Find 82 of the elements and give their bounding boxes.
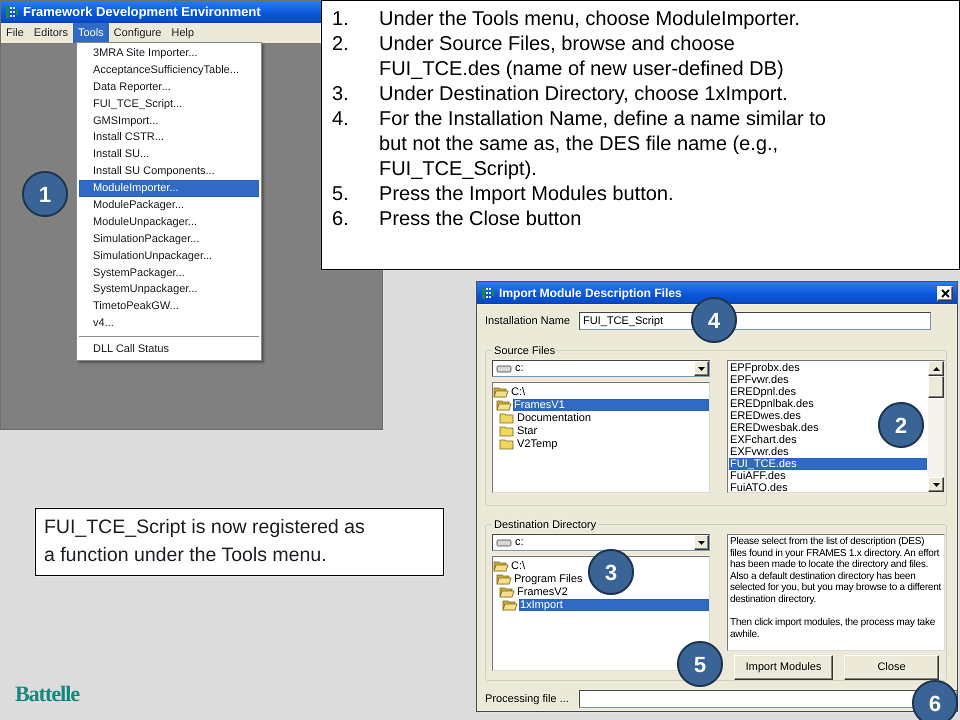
step-number: 4. xyxy=(332,107,350,132)
list-entry[interactable]: EREDpnl.des xyxy=(729,386,796,398)
field-label: Installation Name xyxy=(485,314,570,329)
caret-icon xyxy=(698,366,705,370)
scroll-down-button[interactable] xyxy=(928,477,944,492)
menu-item[interactable]: Data Reporter... xyxy=(79,78,259,96)
app-icon xyxy=(5,5,19,19)
scroll-up-icon xyxy=(932,366,940,370)
step-number: 6. xyxy=(332,207,350,232)
folder-item[interactable]: 1xImport xyxy=(519,598,709,610)
step-text: Under Source Files, browse and choose FUI_TCE.des (name of new user-defined DB) xyxy=(379,32,785,82)
drive-icon xyxy=(496,538,512,548)
caret-icon xyxy=(698,540,705,544)
field-label: Processing file ... xyxy=(485,692,569,707)
menu-item[interactable]: v4... xyxy=(79,315,259,332)
list-entry[interactable]: FUI_TCE.des xyxy=(729,458,927,470)
close-button[interactable] xyxy=(937,286,953,300)
scroll-thumb[interactable] xyxy=(928,376,944,398)
list-entry[interactable]: EPFvwr.des xyxy=(729,374,789,386)
dialog-button[interactable]: Close xyxy=(844,655,939,680)
step-number: 3. xyxy=(332,82,350,107)
close-icon xyxy=(940,288,950,298)
scroll-up-button[interactable] xyxy=(928,361,944,376)
menu-item[interactable]: Configure xyxy=(108,23,166,43)
scrollbar[interactable] xyxy=(928,361,944,492)
menu-item[interactable]: Help xyxy=(166,23,199,43)
folder-item[interactable]: Program Files xyxy=(513,572,584,584)
folder-item[interactable]: Documentation xyxy=(516,412,593,424)
folder-item[interactable]: Star xyxy=(516,424,540,436)
step-number: 2. xyxy=(332,32,350,57)
drive-dropdown[interactable]: c: xyxy=(492,360,710,377)
step-text: Under the Tools menu, choose ModuleImporter. xyxy=(379,7,800,32)
drive-icon xyxy=(496,364,512,374)
menu-item[interactable]: TimetoPeakGW... xyxy=(79,298,259,316)
step-text: For the Installation Name, define a name similar to but not the same as, the DES file name (e.g., FUI_TCE_Script). xyxy=(379,107,827,182)
step-number: 5. xyxy=(332,182,350,207)
folder-item[interactable]: FramesV2 xyxy=(516,586,570,598)
list-entry[interactable]: EREDpnlbak.des xyxy=(729,398,814,410)
menu-item[interactable]: Tools xyxy=(72,23,109,43)
step-text: Press the Import Modules button. xyxy=(379,182,674,207)
menu-item[interactable]: GMSImport... xyxy=(79,112,259,130)
group-label: Destination Directory xyxy=(492,517,598,534)
step-number: 1. xyxy=(332,7,350,32)
app-icon xyxy=(481,286,495,300)
menu-item[interactable]: DLL Call Status xyxy=(79,341,259,358)
menu-item[interactable]: SimulationUnpackager... xyxy=(79,248,259,265)
dialog-button[interactable]: Import Modules xyxy=(734,655,833,680)
menu-item[interactable]: ModuleUnpackager... xyxy=(79,214,259,231)
list-entry[interactable]: EREDwes.des xyxy=(729,410,801,422)
drive-dropdown[interactable]: c: xyxy=(492,534,710,551)
list-entry[interactable]: FuiAFF.des xyxy=(729,470,786,482)
menu-item[interactable]: ModulePackager... xyxy=(79,197,259,214)
step-text: Under Destination Directory, choose 1xImport. xyxy=(379,82,788,107)
menu-item[interactable]: AcceptanceSufficiencyTable... xyxy=(79,62,259,79)
list-entry[interactable]: EPFprobx.des xyxy=(729,362,800,374)
menu-item[interactable]: 3MRA Site Importer... xyxy=(79,45,259,62)
step-text: Press the Close button xyxy=(379,207,582,232)
folder-item[interactable]: C:\ xyxy=(510,560,528,572)
menu-item[interactable]: Install SU Components... xyxy=(79,163,259,180)
help-text: Then click import modules, the process may take awhile. xyxy=(730,617,936,640)
menu-item[interactable]: ModuleImporter... xyxy=(79,180,259,198)
menu-item[interactable]: FUI_TCE_Script... xyxy=(79,96,259,113)
menu-item[interactable]: File xyxy=(1,23,29,43)
help-text: Please select from the list of description (DES) files found in your FRAMES 1.x directory. An effort has been made to locate the directory and files. Also a default destination directory has been selected for you, but you may browse to a different destination directory. xyxy=(730,536,942,606)
menu-item[interactable]: SimulationPackager... xyxy=(79,230,259,248)
note-text: FUI_TCE_Script is now registered as a function under the Tools menu. xyxy=(35,508,444,576)
menu-item[interactable]: Install SU... xyxy=(79,146,259,164)
folder-item[interactable]: V2Temp xyxy=(516,438,560,450)
scroll-down-icon xyxy=(932,482,940,486)
logo-text: Battelle xyxy=(15,680,80,708)
menu-item[interactable]: SystemUnpackager... xyxy=(79,281,259,298)
window-title: Framework Development Environment xyxy=(23,3,261,22)
folder-item[interactable]: FramesV1 xyxy=(513,398,709,410)
dialog-title: Import Module Description Files xyxy=(499,285,683,302)
list-entry[interactable]: EXFchart.des xyxy=(729,434,797,446)
menu-item[interactable]: Install CSTR... xyxy=(79,129,259,146)
list-entry[interactable]: EREDwesbak.des xyxy=(729,422,819,434)
list-entry[interactable]: FuiATO.des xyxy=(729,482,788,492)
folder-item[interactable]: C:\ xyxy=(510,386,528,398)
menu-item[interactable]: SystemPackager... xyxy=(79,264,259,282)
menu-item[interactable]: Editors xyxy=(28,23,73,43)
list-entry[interactable]: EXFvwr.des xyxy=(729,446,789,458)
